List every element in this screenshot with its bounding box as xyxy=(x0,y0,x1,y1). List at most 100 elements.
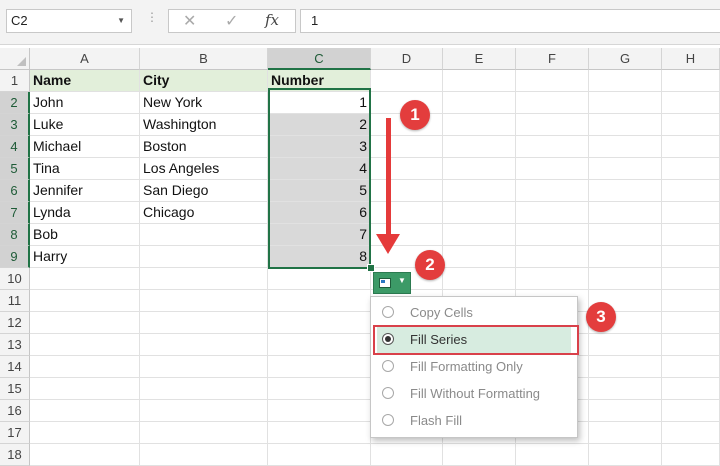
cell-b2[interactable]: New York xyxy=(140,92,268,114)
cell-a15[interactable] xyxy=(30,378,140,400)
cell-c11[interactable] xyxy=(268,290,371,312)
row-header-6[interactable]: 6 xyxy=(0,180,30,202)
name-box[interactable]: C2 ▼ xyxy=(6,9,132,33)
cell-h13[interactable] xyxy=(662,334,720,356)
cell-c8[interactable]: 7 xyxy=(268,224,371,246)
cell-e2[interactable] xyxy=(443,92,516,114)
cell-g1[interactable] xyxy=(589,70,662,92)
formula-input[interactable]: 1 xyxy=(300,9,720,33)
cell-c9[interactable]: 8 xyxy=(268,246,371,268)
cell-h4[interactable] xyxy=(662,136,720,158)
cell-h14[interactable] xyxy=(662,356,720,378)
cell-h9[interactable] xyxy=(662,246,720,268)
row-header-17[interactable]: 17 xyxy=(0,422,30,444)
cell-g15[interactable] xyxy=(589,378,662,400)
cell-g7[interactable] xyxy=(589,202,662,224)
cell-f7[interactable] xyxy=(516,202,589,224)
column-header-e[interactable]: E xyxy=(443,48,516,70)
cell-c12[interactable] xyxy=(268,312,371,334)
cell-h11[interactable] xyxy=(662,290,720,312)
auto-fill-options-button[interactable]: ▼ xyxy=(373,272,411,294)
cell-a11[interactable] xyxy=(30,290,140,312)
cell-h8[interactable] xyxy=(662,224,720,246)
cell-g10[interactable] xyxy=(589,268,662,290)
menu-item-fill-formatting-only[interactable]: Fill Formatting Only xyxy=(377,354,571,380)
cell-h16[interactable] xyxy=(662,400,720,422)
menu-item-fill-without-formatting[interactable]: Fill Without Formatting xyxy=(377,381,571,407)
cell-b6[interactable]: San Diego xyxy=(140,180,268,202)
cell-b10[interactable] xyxy=(140,268,268,290)
cell-h5[interactable] xyxy=(662,158,720,180)
cell-b3[interactable]: Washington xyxy=(140,114,268,136)
cell-a12[interactable] xyxy=(30,312,140,334)
row-header-10[interactable]: 10 xyxy=(0,268,30,290)
cell-b13[interactable] xyxy=(140,334,268,356)
cell-c10[interactable] xyxy=(268,268,371,290)
cell-a6[interactable]: Jennifer xyxy=(30,180,140,202)
column-header-g[interactable]: G xyxy=(589,48,662,70)
cell-c14[interactable] xyxy=(268,356,371,378)
cell-f2[interactable] xyxy=(516,92,589,114)
cell-c13[interactable] xyxy=(268,334,371,356)
insert-function-icon[interactable]: fx xyxy=(265,11,279,29)
cell-g2[interactable] xyxy=(589,92,662,114)
cell-h6[interactable] xyxy=(662,180,720,202)
cell-f3[interactable] xyxy=(516,114,589,136)
cell-h2[interactable] xyxy=(662,92,720,114)
cell-c17[interactable] xyxy=(268,422,371,444)
cell-e1[interactable] xyxy=(443,70,516,92)
menu-item-copy-cells[interactable]: Copy Cells xyxy=(377,300,571,326)
cell-c2[interactable]: 1 xyxy=(268,92,371,114)
cell-b1[interactable]: City xyxy=(140,70,268,92)
menu-item-fill-series[interactable]: Fill Series xyxy=(377,327,571,353)
row-header-4[interactable]: 4 xyxy=(0,136,30,158)
cell-b9[interactable] xyxy=(140,246,268,268)
cell-g6[interactable] xyxy=(589,180,662,202)
cell-f4[interactable] xyxy=(516,136,589,158)
cell-f9[interactable] xyxy=(516,246,589,268)
cell-a1[interactable]: Name xyxy=(30,70,140,92)
cell-b14[interactable] xyxy=(140,356,268,378)
cell-c15[interactable] xyxy=(268,378,371,400)
cell-a17[interactable] xyxy=(30,422,140,444)
cell-g4[interactable] xyxy=(589,136,662,158)
cell-a14[interactable] xyxy=(30,356,140,378)
cell-d6[interactable] xyxy=(371,180,443,202)
cell-c4[interactable]: 3 xyxy=(268,136,371,158)
cell-b16[interactable] xyxy=(140,400,268,422)
row-header-11[interactable]: 11 xyxy=(0,290,30,312)
row-header-5[interactable]: 5 xyxy=(0,158,30,180)
cell-f6[interactable] xyxy=(516,180,589,202)
cell-d4[interactable] xyxy=(371,136,443,158)
column-header-a[interactable]: A xyxy=(30,48,140,70)
select-all-corner[interactable] xyxy=(0,48,30,70)
cell-h17[interactable] xyxy=(662,422,720,444)
cell-c5[interactable]: 4 xyxy=(268,158,371,180)
enter-icon[interactable]: ✓ xyxy=(225,11,238,31)
row-header-16[interactable]: 16 xyxy=(0,400,30,422)
cell-h15[interactable] xyxy=(662,378,720,400)
menu-item-flash-fill[interactable]: Flash Fill xyxy=(377,408,571,434)
cell-c6[interactable]: 5 xyxy=(268,180,371,202)
cell-e8[interactable] xyxy=(443,224,516,246)
cell-e3[interactable] xyxy=(443,114,516,136)
cell-a10[interactable] xyxy=(30,268,140,290)
cell-g5[interactable] xyxy=(589,158,662,180)
cell-g17[interactable] xyxy=(589,422,662,444)
cell-g8[interactable] xyxy=(589,224,662,246)
cell-a5[interactable]: Tina xyxy=(30,158,140,180)
cell-g9[interactable] xyxy=(589,246,662,268)
column-header-f[interactable]: F xyxy=(516,48,589,70)
cell-h12[interactable] xyxy=(662,312,720,334)
row-header-13[interactable]: 13 xyxy=(0,334,30,356)
cell-a8[interactable]: Bob xyxy=(30,224,140,246)
cell-h3[interactable] xyxy=(662,114,720,136)
cell-e7[interactable] xyxy=(443,202,516,224)
cell-a7[interactable]: Lynda xyxy=(30,202,140,224)
cell-a9[interactable]: Harry xyxy=(30,246,140,268)
cell-a13[interactable] xyxy=(30,334,140,356)
cell-g13[interactable] xyxy=(589,334,662,356)
cell-f1[interactable] xyxy=(516,70,589,92)
column-header-h[interactable]: H xyxy=(662,48,720,70)
row-header-2[interactable]: 2 xyxy=(0,92,30,114)
